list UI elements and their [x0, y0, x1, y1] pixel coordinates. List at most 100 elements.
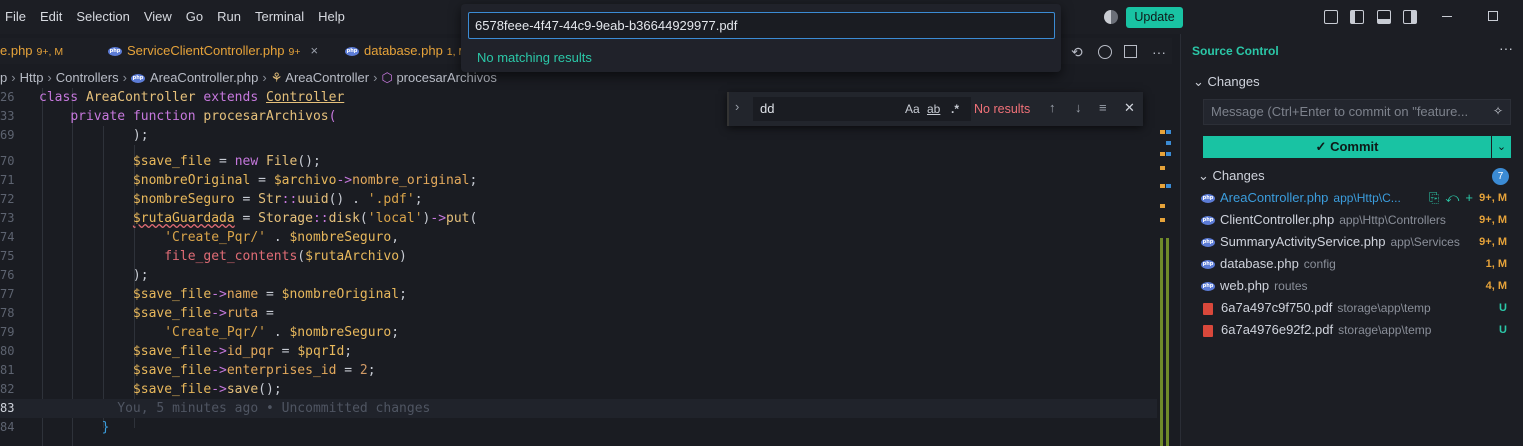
file-name: SummaryActivityService.php: [1220, 234, 1386, 249]
tab-area-controller[interactable]: e.php 9+, M: [0, 38, 63, 64]
pdf-file-icon: [1203, 302, 1213, 315]
scm-file-row[interactable]: php ClientController.php app\Http\Controll…: [1201, 209, 1511, 231]
update-button[interactable]: Update: [1126, 7, 1183, 28]
file-name: 6a7a4976e92f2.pdf: [1221, 322, 1334, 337]
file-path: app\Services: [1390, 235, 1460, 249]
file-status: U: [1499, 324, 1507, 336]
tab-badge: 9+: [288, 46, 301, 58]
more-actions-icon[interactable]: ···: [1152, 44, 1166, 60]
line-number: 72: [0, 192, 15, 206]
line-number: 76: [0, 268, 15, 282]
compare-changes-icon[interactable]: ⟲: [1071, 44, 1083, 61]
split-editor-icon[interactable]: [1124, 45, 1137, 58]
tab-service-client-controller[interactable]: php ServiceClientController.php 9+ ×: [108, 38, 318, 64]
code-line: 80 $save_file->id_pqr = $pqrId;: [0, 344, 353, 359]
code-line: 76 );: [0, 268, 149, 283]
breadcrumb-item[interactable]: Controllers: [56, 70, 119, 85]
git-graph-icon[interactable]: [1098, 45, 1112, 59]
find-in-selection-icon[interactable]: ≡: [1099, 100, 1107, 115]
class-icon: ⚘: [270, 70, 283, 85]
maximize-icon[interactable]: [1488, 11, 1498, 21]
menu-terminal[interactable]: Terminal: [248, 0, 311, 34]
commit-message-input[interactable]: Message (Ctrl+Enter to commit on "featur…: [1203, 99, 1511, 125]
menu-view[interactable]: View: [137, 0, 179, 34]
scm-file-row[interactable]: php web.php routes 4, M: [1201, 275, 1511, 297]
code-line: 78 $save_file->ruta =: [0, 306, 274, 321]
previous-match-icon[interactable]: ↑: [1049, 100, 1056, 115]
breadcrumb-item[interactable]: p: [0, 70, 7, 85]
source-control-panel: Source Control ··· ⌄ Changes Message (Ct…: [1180, 34, 1523, 446]
toggle-primary-sidebar-icon[interactable]: [1350, 10, 1364, 24]
use-regex-icon[interactable]: .*: [951, 102, 959, 116]
file-path: routes: [1274, 279, 1308, 293]
copilot-icon[interactable]: [1104, 10, 1118, 24]
scm-file-row[interactable]: 6a7a497c9f750.pdf storage\app\temp U: [1201, 297, 1511, 319]
menu-run[interactable]: Run: [210, 0, 248, 34]
open-file-icon[interactable]: ⎘: [1429, 190, 1445, 205]
file-status: U: [1499, 302, 1507, 314]
breadcrumb-item[interactable]: AreaController.php: [150, 70, 258, 85]
quick-open-widget: 6578feee-4f47-44c9-9eab-b36644929977.pdf…: [461, 4, 1061, 72]
line-number: 74: [0, 230, 15, 244]
toggle-secondary-sidebar-icon[interactable]: [1403, 10, 1417, 24]
code-line: 84 }: [0, 420, 110, 435]
menu-edit[interactable]: Edit: [33, 0, 69, 34]
file-name: ClientController.php: [1220, 212, 1335, 227]
close-icon[interactable]: ×: [311, 43, 319, 58]
more-actions-icon[interactable]: ···: [1499, 40, 1513, 56]
scm-file-row[interactable]: 6a7a4976e92f2.pdf storage\app\temp U: [1201, 319, 1511, 341]
file-name: web.php: [1220, 278, 1270, 293]
match-whole-word-icon[interactable]: ab: [927, 102, 940, 116]
method-icon: ⬡: [381, 70, 393, 85]
code-editor[interactable]: 26 class AreaController extends Controlle…: [0, 88, 1172, 446]
tab-label: e.php: [0, 43, 33, 58]
code-line: 82 $save_file->save();: [0, 382, 282, 397]
customize-layout-icon[interactable]: [1324, 10, 1338, 24]
line-number: 33: [0, 109, 15, 123]
code-line: 72 $nombreSeguro = Str::uuid() . '.pdf';: [0, 192, 423, 207]
scm-file-row[interactable]: php AreaController.php app\Http\C... ⎘↶+ 9…: [1201, 187, 1511, 209]
close-icon[interactable]: ✕: [1124, 100, 1135, 116]
file-path: config: [1303, 257, 1336, 271]
row-actions: ⎘↶+: [1429, 187, 1479, 209]
file-path: app\Http\C...: [1333, 191, 1401, 205]
quick-open-message: No matching results: [477, 50, 592, 65]
toggle-panel-icon[interactable]: [1377, 10, 1391, 24]
breadcrumb-item[interactable]: Http: [20, 70, 44, 85]
scm-file-row[interactable]: php database.php config 1, M: [1201, 253, 1511, 275]
breadcrumb-item[interactable]: procesarArchivos: [396, 70, 496, 85]
quick-open-input[interactable]: 6578feee-4f47-44c9-9eab-b36644929977.pdf: [468, 12, 1055, 39]
stage-changes-icon[interactable]: +: [1465, 190, 1479, 205]
tab-database[interactable]: php database.php 1, M: [345, 38, 467, 64]
file-status: 1, M: [1485, 258, 1507, 270]
match-case-icon[interactable]: Aa: [905, 102, 920, 116]
line-number: 80: [0, 344, 15, 358]
menu-help[interactable]: Help: [311, 0, 352, 34]
code-line: 81 $save_file->enterprises_id = 2;: [0, 363, 376, 378]
tab-badge: 9+, M: [36, 46, 64, 58]
menu-selection[interactable]: Selection: [69, 0, 136, 34]
menu-go[interactable]: Go: [179, 0, 210, 34]
commit-button[interactable]: ✓ Commit: [1203, 136, 1491, 158]
next-match-icon[interactable]: ↓: [1075, 100, 1082, 115]
code-line: 70 $save_file = new File();: [0, 154, 321, 169]
minimize-icon[interactable]: [1442, 16, 1452, 17]
php-file-icon: php: [1201, 260, 1215, 270]
sparkle-icon[interactable]: ✧: [1493, 104, 1503, 118]
toggle-replace-chevron-icon[interactable]: ›: [735, 99, 739, 114]
scm-file-row[interactable]: php SummaryActivityService.php app\Service…: [1201, 231, 1511, 253]
changes-section-header[interactable]: ⌄ Changes: [1193, 74, 1260, 90]
changes-group-header[interactable]: ⌄ Changes: [1198, 168, 1265, 184]
menu-file[interactable]: File: [0, 0, 33, 34]
commit-dropdown-chevron-icon[interactable]: ⌄: [1492, 136, 1511, 158]
discard-changes-icon[interactable]: ↶: [1445, 190, 1465, 205]
file-status: 9+, M: [1479, 236, 1507, 248]
breadcrumb-item[interactable]: AreaController: [285, 70, 369, 85]
code-line: 74 'Create_Pqr/' . $nombreSeguro,: [0, 230, 400, 245]
file-name: AreaController.php: [1220, 190, 1329, 205]
pdf-file-icon: [1203, 324, 1213, 337]
file-path: storage\app\temp: [1338, 323, 1432, 337]
line-number: 75: [0, 249, 15, 263]
chevron-down-icon: ⌄: [1193, 74, 1204, 89]
chevron-down-icon: ⌄: [1198, 168, 1209, 183]
